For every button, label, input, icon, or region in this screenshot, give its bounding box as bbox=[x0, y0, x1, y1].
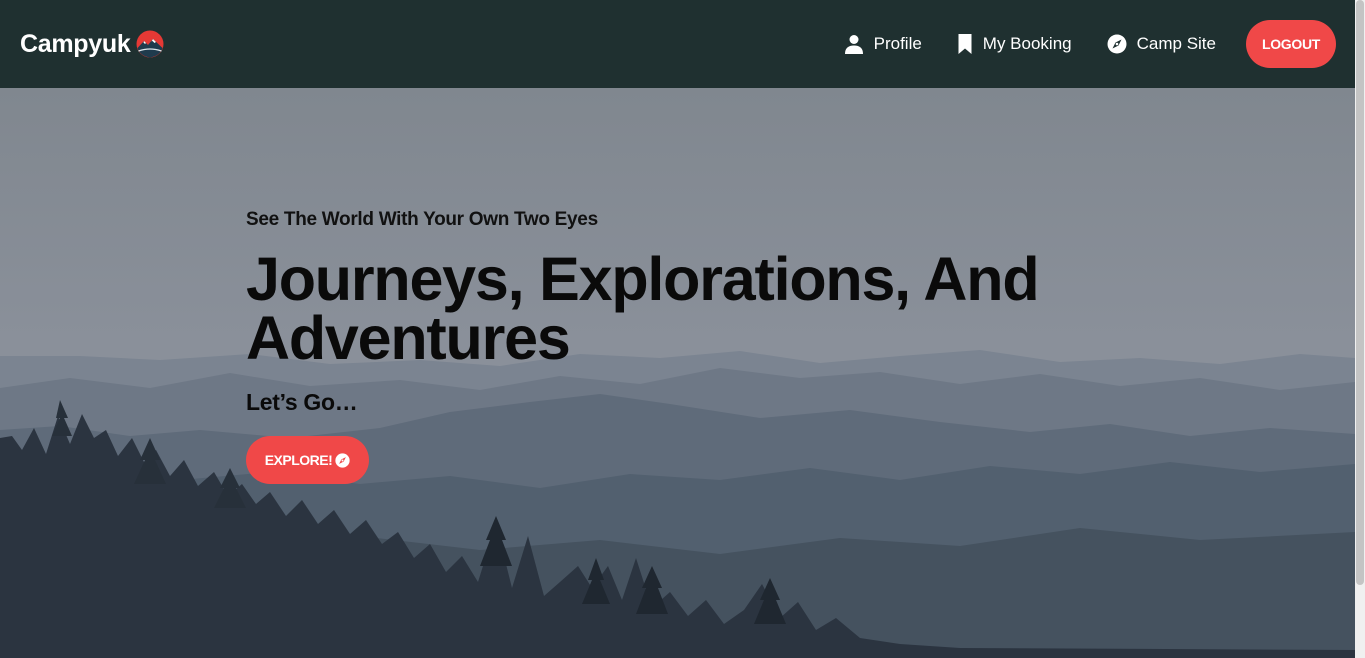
explore-label: EXPLORE! bbox=[264, 452, 333, 468]
hero-headline: Journeys, Explorations, And Adventures bbox=[246, 245, 1040, 372]
nav-item-label: Profile bbox=[873, 34, 922, 53]
hero-section: See The World With Your Own Two Eyes Jou… bbox=[0, 88, 1355, 658]
hero-tagline: Let’s Go… bbox=[246, 389, 358, 415]
scrollbar-thumb[interactable] bbox=[1356, 0, 1364, 585]
bookmark-icon bbox=[958, 34, 972, 54]
navbar: Campyuk Profile My Booking Camp Site LOG… bbox=[0, 0, 1355, 88]
nav-item-label: My Booking bbox=[982, 34, 1072, 53]
hero-background-image bbox=[0, 88, 1355, 658]
nav-item-my-booking[interactable]: My Booking bbox=[957, 33, 1072, 55]
mountain-sun-icon bbox=[136, 30, 164, 58]
compass-icon bbox=[335, 452, 350, 468]
main-nav: Profile My Booking Camp Site LOGOUT bbox=[809, 20, 1336, 68]
nav-item-profile[interactable]: Profile bbox=[844, 34, 922, 54]
nav-item-camp-site[interactable]: Camp Site bbox=[1107, 34, 1216, 54]
logout-button[interactable]: LOGOUT bbox=[1246, 20, 1336, 68]
hero-eyebrow: See The World With Your Own Two Eyes bbox=[246, 209, 598, 230]
brand[interactable]: Campyuk bbox=[20, 30, 164, 59]
compass-icon bbox=[1107, 34, 1127, 54]
user-icon bbox=[844, 35, 863, 54]
vertical-scrollbar[interactable] bbox=[1355, 0, 1365, 658]
nav-item-label: Camp Site bbox=[1136, 34, 1216, 53]
explore-button[interactable]: EXPLORE! bbox=[246, 436, 369, 484]
brand-name: Campyuk bbox=[20, 29, 131, 58]
